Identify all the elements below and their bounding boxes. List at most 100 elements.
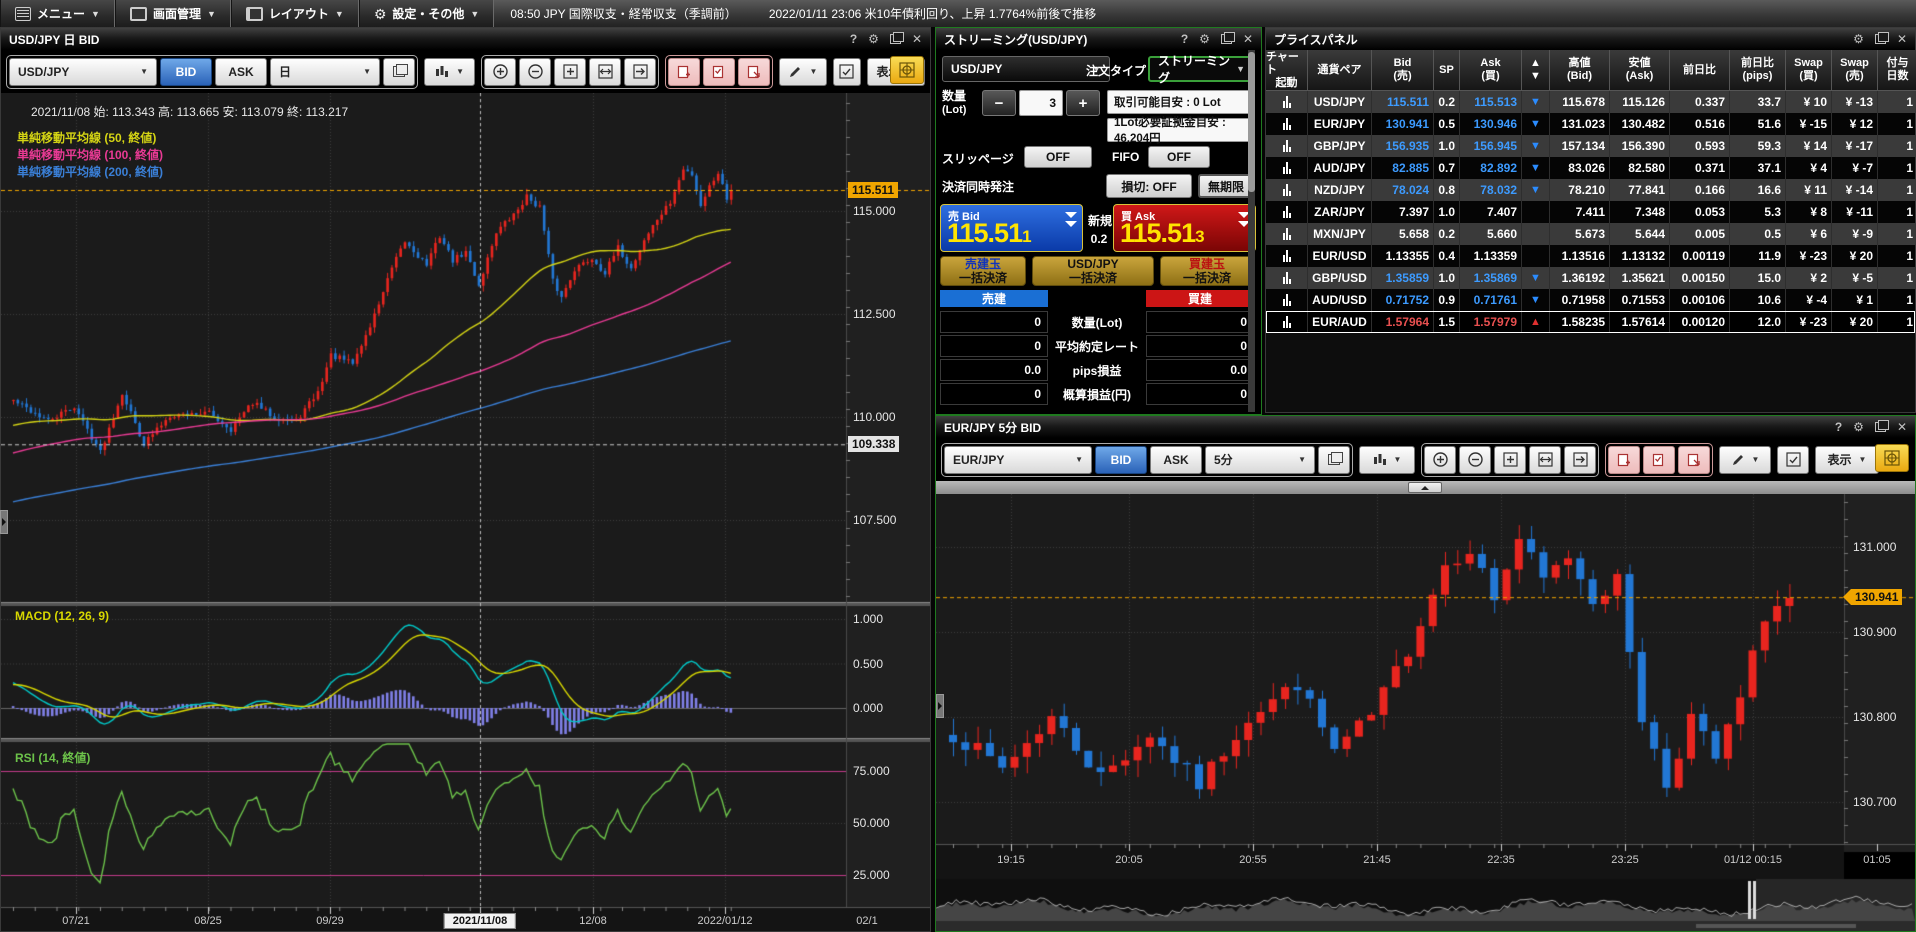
restore-icon[interactable] bbox=[1221, 34, 1232, 44]
streaming-scrollbar[interactable] bbox=[1248, 50, 1255, 412]
help-icon[interactable]: ? bbox=[850, 32, 857, 46]
chart-settings-button[interactable] bbox=[1777, 446, 1809, 474]
price-panel-column-header[interactable]: 付与日数 bbox=[1878, 50, 1916, 91]
pair-select[interactable]: USD/JPY▼ bbox=[9, 58, 157, 86]
price-panel-column-header[interactable]: Swap(売) bbox=[1832, 50, 1878, 91]
buy-ask-button[interactable]: 買 Ask 115.513 bbox=[1113, 204, 1256, 252]
chart-launch-button[interactable] bbox=[1266, 113, 1308, 135]
duplicate-chart-button[interactable] bbox=[383, 58, 415, 86]
chart-settings-button[interactable] bbox=[833, 58, 861, 86]
crosshair-mode-button[interactable] bbox=[1875, 444, 1909, 472]
chart-type-button[interactable]: ▼ bbox=[424, 58, 475, 86]
price-panel-row[interactable]: AUD/JPY82.8850.782.892▼83.02682.5800.371… bbox=[1266, 157, 1915, 179]
close-order-button[interactable] bbox=[1643, 446, 1675, 474]
qty-minus-button[interactable]: − bbox=[982, 90, 1016, 116]
price-panel-row[interactable]: EUR/USD1.133550.41.133591.135161.131320.… bbox=[1266, 245, 1915, 267]
close-icon[interactable]: ✕ bbox=[912, 32, 922, 46]
zoom-in-button[interactable] bbox=[484, 58, 516, 86]
price-panel-row[interactable]: MXN/JPY5.6580.25.6605.6735.6440.0050.5¥ … bbox=[1266, 223, 1915, 245]
price-panel-row[interactable]: USD/JPY115.5110.2115.513▼115.678115.1260… bbox=[1266, 91, 1915, 113]
news-ticker-1[interactable]: 08:50 JPY 国際収支・経常収支（季調前） bbox=[494, 0, 753, 27]
chart-launch-button[interactable] bbox=[1266, 135, 1308, 157]
order-type-select[interactable]: ストリーミング▼ bbox=[1148, 56, 1255, 82]
price-panel-row[interactable]: EUR/JPY130.9410.5130.946▼131.023130.4820… bbox=[1266, 113, 1915, 135]
streaming-titlebar[interactable]: ストリーミング(USD/JPY) ? ⚙ ✕ bbox=[936, 28, 1261, 50]
price-panel-row[interactable]: AUD/USD0.717520.90.71761▼0.719580.715530… bbox=[1266, 289, 1915, 311]
sell-bid-button[interactable]: 売 Bid 115.511 bbox=[940, 204, 1083, 252]
close-all-pair-button[interactable]: USD/JPY一括決済 bbox=[1032, 256, 1154, 286]
fit-width-button[interactable] bbox=[1529, 446, 1561, 474]
gear-icon[interactable]: ⚙ bbox=[1199, 32, 1210, 46]
usdjpy-window-titlebar[interactable]: USD/JPY 日 BID ? ⚙ ✕ bbox=[1, 28, 930, 50]
price-panel-column-header[interactable]: 前日比(pips) bbox=[1730, 50, 1786, 91]
chart-launch-button[interactable] bbox=[1266, 201, 1308, 223]
ask-toggle[interactable]: ASK bbox=[215, 58, 267, 86]
pair-select[interactable]: EUR/JPY▼ bbox=[944, 446, 1092, 474]
gear-icon[interactable]: ⚙ bbox=[868, 32, 879, 46]
bid-toggle[interactable]: BID bbox=[1095, 446, 1147, 474]
slippage-toggle[interactable]: OFF bbox=[1024, 146, 1092, 168]
restore-icon[interactable] bbox=[1875, 34, 1886, 44]
duplicate-chart-button[interactable] bbox=[1318, 446, 1350, 474]
chart-launch-button[interactable] bbox=[1266, 91, 1308, 113]
draw-tool-button[interactable]: ▼ bbox=[779, 58, 827, 86]
stoploss-toggle[interactable]: 損切: OFF bbox=[1106, 174, 1192, 198]
chart-launch-button[interactable] bbox=[1266, 311, 1308, 333]
close-icon[interactable]: ✕ bbox=[1243, 32, 1253, 46]
fit-chart-button[interactable] bbox=[554, 58, 586, 86]
news-ticker-2[interactable]: 2022/01/11 23:06 米10年債利回り、上昇 1.7764%前後で推… bbox=[753, 0, 1112, 27]
new-order-button[interactable] bbox=[668, 58, 700, 86]
price-panel-column-header[interactable]: Ask(買) bbox=[1460, 50, 1522, 91]
eurjpy-window-titlebar[interactable]: EUR/JPY 5分 BID ? ⚙ ✕ bbox=[936, 416, 1915, 438]
close-order-button[interactable] bbox=[703, 58, 735, 86]
help-icon[interactable]: ? bbox=[1835, 420, 1842, 434]
chart-launch-button[interactable] bbox=[1266, 157, 1308, 179]
chart-launch-button[interactable] bbox=[1266, 289, 1308, 311]
fifo-toggle[interactable]: OFF bbox=[1148, 146, 1210, 168]
zoom-out-button[interactable] bbox=[519, 58, 551, 86]
display-menu-button[interactable]: 表示▼ bbox=[1815, 446, 1879, 474]
qty-input[interactable]: 3 bbox=[1019, 90, 1063, 116]
price-panel-row[interactable]: GBP/JPY156.9351.0156.945▼157.134156.3900… bbox=[1266, 135, 1915, 157]
close-icon[interactable]: ✕ bbox=[1897, 32, 1907, 46]
price-panel-column-header[interactable]: 通貨ペア bbox=[1308, 50, 1372, 91]
fit-chart-button[interactable] bbox=[1494, 446, 1526, 474]
price-panel-column-header[interactable]: Swap(買) bbox=[1786, 50, 1832, 91]
chart-launch-button[interactable] bbox=[1266, 179, 1308, 201]
chart-launch-button[interactable] bbox=[1266, 223, 1308, 245]
chart-launch-button[interactable] bbox=[1266, 245, 1308, 267]
help-icon[interactable]: ? bbox=[1181, 32, 1188, 46]
period-select[interactable]: 5分▼ bbox=[1205, 446, 1315, 474]
price-panel-row[interactable]: NZD/JPY78.0240.878.032▼78.21077.8410.166… bbox=[1266, 179, 1915, 201]
price-panel-column-header[interactable]: チャート起動 bbox=[1266, 50, 1308, 91]
zoom-out-button[interactable] bbox=[1459, 446, 1491, 474]
collapse-pane-button[interactable] bbox=[1408, 482, 1442, 493]
screen-manage-button[interactable]: 画面管理▼ bbox=[115, 0, 231, 27]
gear-icon[interactable]: ⚙ bbox=[1853, 420, 1864, 434]
scroll-to-latest-button[interactable] bbox=[624, 58, 656, 86]
price-panel-row[interactable]: EUR/AUD1.579641.51.57979▲1.582351.576140… bbox=[1266, 311, 1915, 333]
new-order-button[interactable] bbox=[1608, 446, 1640, 474]
chart-type-button[interactable]: ▼ bbox=[1359, 446, 1415, 474]
period-select[interactable]: 日▼ bbox=[270, 58, 380, 86]
close-all-buy-button[interactable]: 買建玉一括決済 bbox=[1160, 256, 1254, 286]
eurjpy-pane-collapse-tab[interactable] bbox=[936, 694, 944, 718]
menu-button[interactable]: メニュー▼ bbox=[0, 0, 115, 27]
left-pane-collapse-tab[interactable] bbox=[0, 510, 8, 534]
price-panel-column-header[interactable]: 高値(Bid) bbox=[1550, 50, 1610, 91]
bid-toggle[interactable]: BID bbox=[160, 58, 212, 86]
close-icon[interactable]: ✕ bbox=[1897, 420, 1907, 434]
chart-launch-button[interactable] bbox=[1266, 267, 1308, 289]
zoom-in-button[interactable] bbox=[1424, 446, 1456, 474]
fit-width-button[interactable] bbox=[589, 58, 621, 86]
price-panel-column-header[interactable]: SP bbox=[1434, 50, 1460, 91]
price-panel-column-header[interactable]: 安値(Ask) bbox=[1610, 50, 1670, 91]
reverse-order-button[interactable] bbox=[1678, 446, 1710, 474]
price-panel-column-header[interactable]: 前日比 bbox=[1670, 50, 1730, 91]
reverse-order-button[interactable] bbox=[738, 58, 770, 86]
close-all-sell-button[interactable]: 売建玉一括決済 bbox=[940, 256, 1026, 286]
unlimited-button[interactable]: 無期限 bbox=[1198, 174, 1254, 198]
draw-tool-button[interactable]: ▼ bbox=[1719, 446, 1771, 474]
price-panel-row[interactable]: GBP/USD1.358591.01.35869▼1.361921.356210… bbox=[1266, 267, 1915, 289]
qty-plus-button[interactable]: + bbox=[1066, 90, 1100, 116]
